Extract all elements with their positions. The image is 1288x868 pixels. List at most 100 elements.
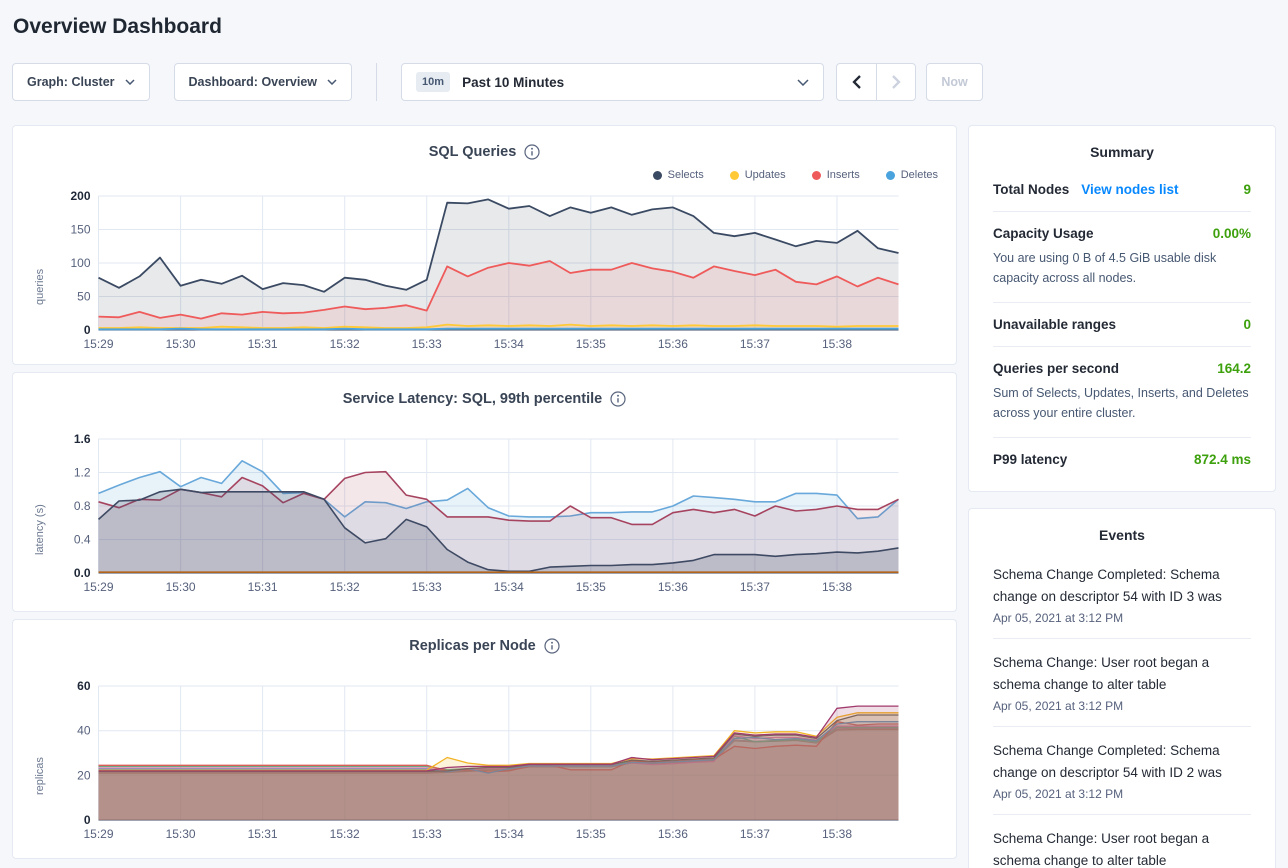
legend-item-updates: Updates bbox=[730, 169, 786, 181]
summary-p99-row: P99 latency 872.4 ms bbox=[993, 437, 1251, 481]
queries-per-second-value: 164.2 bbox=[1217, 361, 1251, 376]
sidebar-column: Summary Total Nodes View nodes list 9 Ca… bbox=[968, 125, 1276, 868]
event-text: Schema Change Completed: Schema change o… bbox=[993, 564, 1251, 608]
service-latency-panel: Service Latency: SQL, 99th percentile la… bbox=[12, 372, 957, 612]
events-panel: Events Schema Change Completed: Schema c… bbox=[968, 508, 1276, 868]
time-range-label: Past 10 Minutes bbox=[462, 75, 797, 90]
replicas-per-node-chart[interactable]: 15:2915:3015:3115:3215:3315:3415:3515:36… bbox=[51, 676, 940, 851]
now-button-label: Now bbox=[941, 75, 967, 89]
legend-label: Inserts bbox=[827, 169, 860, 181]
event-timestamp: Apr 05, 2021 at 3:12 PM bbox=[993, 611, 1251, 625]
svg-text:20: 20 bbox=[77, 768, 91, 782]
dashboard-dropdown-label: Dashboard: Overview bbox=[189, 75, 318, 89]
next-time-button[interactable] bbox=[876, 64, 915, 100]
legend-dot bbox=[812, 171, 821, 180]
time-range-badge: 10m bbox=[416, 72, 450, 92]
info-icon[interactable] bbox=[524, 144, 540, 160]
svg-text:15:29: 15:29 bbox=[83, 827, 113, 841]
legend-dot bbox=[886, 171, 895, 180]
capacity-usage-label: Capacity Usage bbox=[993, 226, 1094, 241]
view-nodes-list-link[interactable]: View nodes list bbox=[1081, 182, 1178, 197]
svg-text:0: 0 bbox=[84, 323, 91, 337]
svg-text:15:34: 15:34 bbox=[494, 827, 524, 841]
events-title: Events bbox=[993, 509, 1251, 551]
graph-dropdown-label: Graph: Cluster bbox=[27, 75, 115, 89]
summary-unavailable-row: Unavailable ranges 0 bbox=[993, 302, 1251, 346]
svg-text:15:29: 15:29 bbox=[83, 580, 113, 594]
svg-text:15:37: 15:37 bbox=[740, 827, 770, 841]
toolbar: Graph: Cluster Dashboard: Overview 10m P… bbox=[12, 63, 1276, 101]
svg-text:1.6: 1.6 bbox=[74, 432, 91, 446]
svg-text:15:33: 15:33 bbox=[412, 337, 442, 351]
service-latency-chart[interactable]: 15:2915:3015:3115:3215:3315:3415:3515:36… bbox=[51, 429, 940, 604]
prev-time-button[interactable] bbox=[837, 64, 876, 100]
legend-dot bbox=[730, 171, 739, 180]
legend-label: Deletes bbox=[901, 169, 938, 181]
replicas-per-node-panel: Replicas per Node replicas 15:2915:3015:… bbox=[12, 619, 957, 859]
svg-text:15:36: 15:36 bbox=[658, 827, 688, 841]
time-range-picker[interactable]: 10m Past 10 Minutes bbox=[401, 63, 824, 101]
y-axis-label: latency (s) bbox=[29, 429, 51, 604]
events-list: Schema Change Completed: Schema change o… bbox=[993, 551, 1251, 868]
info-icon[interactable] bbox=[544, 638, 560, 654]
svg-text:50: 50 bbox=[77, 290, 91, 304]
summary-panel: Summary Total Nodes View nodes list 9 Ca… bbox=[968, 125, 1276, 492]
svg-text:15:36: 15:36 bbox=[658, 337, 688, 351]
event-text: Schema Change Completed: Schema change o… bbox=[993, 740, 1251, 784]
chart-title: SQL Queries bbox=[429, 144, 517, 160]
svg-text:15:31: 15:31 bbox=[248, 580, 278, 594]
svg-text:15:37: 15:37 bbox=[740, 337, 770, 351]
svg-text:15:35: 15:35 bbox=[576, 580, 606, 594]
svg-text:0: 0 bbox=[84, 813, 91, 827]
graph-dropdown[interactable]: Graph: Cluster bbox=[12, 63, 150, 101]
sql-queries-chart[interactable]: 15:2915:3015:3115:3215:3315:3415:3515:36… bbox=[51, 186, 940, 361]
unavailable-ranges-label: Unavailable ranges bbox=[993, 317, 1116, 332]
y-axis-label: replicas bbox=[29, 676, 51, 851]
svg-text:15:38: 15:38 bbox=[822, 827, 852, 841]
svg-text:200: 200 bbox=[70, 189, 90, 203]
svg-text:40: 40 bbox=[77, 724, 91, 738]
chevron-down-icon bbox=[797, 79, 809, 86]
chart-title: Replicas per Node bbox=[409, 638, 536, 654]
legend-label: Updates bbox=[745, 169, 786, 181]
event-item: Schema Change: User root began a schema … bbox=[993, 814, 1251, 868]
svg-text:15:34: 15:34 bbox=[494, 580, 524, 594]
svg-text:15:32: 15:32 bbox=[330, 337, 360, 351]
chart-legend: SelectsUpdatesInsertsDeletes bbox=[29, 168, 938, 182]
svg-text:15:32: 15:32 bbox=[330, 580, 360, 594]
svg-text:150: 150 bbox=[70, 223, 90, 237]
info-icon[interactable] bbox=[610, 391, 626, 407]
svg-text:15:35: 15:35 bbox=[576, 827, 606, 841]
total-nodes-value: 9 bbox=[1243, 182, 1251, 197]
svg-text:0.4: 0.4 bbox=[74, 533, 91, 547]
legend-item-deletes: Deletes bbox=[886, 169, 938, 181]
queries-per-second-description: Sum of Selects, Updates, Inserts, and De… bbox=[993, 383, 1251, 423]
chevron-right-icon bbox=[892, 75, 901, 89]
svg-text:15:36: 15:36 bbox=[658, 580, 688, 594]
svg-text:15:29: 15:29 bbox=[83, 337, 113, 351]
y-axis-label: queries bbox=[29, 186, 51, 361]
svg-text:15:35: 15:35 bbox=[576, 337, 606, 351]
capacity-usage-description: You are using 0 B of 4.5 GiB usable disk… bbox=[993, 248, 1251, 288]
svg-text:15:33: 15:33 bbox=[412, 827, 442, 841]
summary-title: Summary bbox=[993, 126, 1251, 168]
chart-title: Service Latency: SQL, 99th percentile bbox=[343, 391, 603, 407]
legend-dot bbox=[653, 171, 662, 180]
svg-text:15:30: 15:30 bbox=[166, 337, 196, 351]
dashboard-dropdown[interactable]: Dashboard: Overview bbox=[174, 63, 353, 101]
event-item: Schema Change Completed: Schema change o… bbox=[993, 726, 1251, 814]
time-step-buttons bbox=[836, 63, 916, 101]
event-text: Schema Change: User root began a schema … bbox=[993, 652, 1251, 696]
svg-text:1.2: 1.2 bbox=[74, 466, 91, 480]
now-button[interactable]: Now bbox=[926, 63, 983, 101]
svg-text:15:31: 15:31 bbox=[248, 827, 278, 841]
svg-text:15:32: 15:32 bbox=[330, 827, 360, 841]
svg-text:0.8: 0.8 bbox=[74, 499, 91, 513]
event-item: Schema Change: User root began a schema … bbox=[993, 638, 1251, 726]
svg-text:15:34: 15:34 bbox=[494, 337, 524, 351]
chevron-left-icon bbox=[852, 75, 861, 89]
event-timestamp: Apr 05, 2021 at 3:12 PM bbox=[993, 699, 1251, 713]
capacity-usage-value: 0.00% bbox=[1213, 226, 1251, 241]
summary-total-nodes-row: Total Nodes View nodes list 9 bbox=[993, 168, 1251, 211]
queries-per-second-label: Queries per second bbox=[993, 361, 1119, 376]
